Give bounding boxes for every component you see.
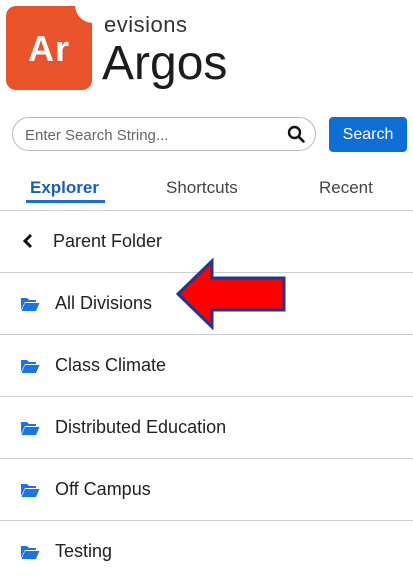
folder-open-icon — [21, 360, 40, 373]
search-box[interactable] — [12, 117, 316, 151]
search-icon[interactable] — [287, 125, 305, 143]
folder-label: Testing — [55, 541, 113, 561]
search-input[interactable] — [25, 124, 275, 146]
folder-label: Distributed Education — [55, 417, 227, 437]
company-name: evisions — [104, 12, 188, 37]
product-name: Argos — [102, 37, 228, 90]
folder-open-icon — [21, 422, 40, 435]
folder-label: All Divisions — [55, 293, 153, 313]
folder-label: Off Campus — [55, 479, 151, 499]
folder-row-testing[interactable]: Testing — [0, 520, 413, 582]
red-arrow-icon — [176, 258, 286, 330]
parent-folder-label: Parent Folder — [53, 231, 163, 251]
folder-open-icon — [21, 298, 40, 311]
folder-row-class-climate[interactable]: Class Climate — [0, 334, 413, 396]
chevron-left-icon — [22, 233, 33, 249]
tab-bar: Explorer Shortcuts Recent — [0, 168, 413, 208]
logo-text: Ar — [27, 28, 70, 69]
tab-explorer[interactable]: Explorer — [30, 178, 99, 198]
search-button[interactable]: Search — [329, 117, 407, 152]
folder-open-icon — [21, 484, 40, 497]
folder-row-off-campus[interactable]: Off Campus — [0, 458, 413, 520]
folder-open-icon — [21, 546, 40, 559]
tab-recent[interactable]: Recent — [319, 178, 373, 198]
active-tab-indicator — [26, 200, 105, 203]
app-header: Ar evisions Argos — [0, 0, 413, 105]
tab-shortcuts[interactable]: Shortcuts — [166, 178, 238, 198]
argos-logo: Ar — [6, 5, 93, 90]
folder-row-distributed-education[interactable]: Distributed Education — [0, 396, 413, 458]
folder-label: Class Climate — [55, 355, 167, 375]
